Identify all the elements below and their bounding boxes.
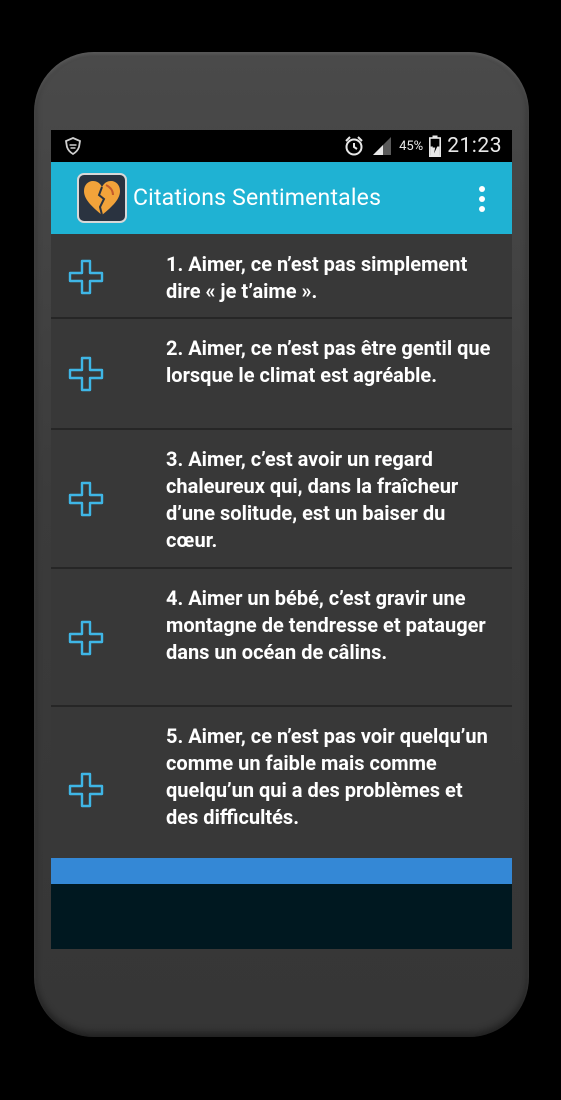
app-bar: Citations Sentimentales xyxy=(51,162,512,234)
list-item[interactable]: 5. Aimer, ce n’est pas voir quelqu’un co… xyxy=(51,707,512,858)
signal-icon xyxy=(373,137,392,155)
quote-text: 5. Aimer, ce n’est pas voir quelqu’un co… xyxy=(166,724,488,829)
plus-icon[interactable] xyxy=(67,619,105,657)
list-item[interactable]: 1. Aimer, ce n’est pas simplement dire «… xyxy=(51,234,512,319)
plus-icon[interactable] xyxy=(67,355,105,393)
app-title: Citations Sentimentales xyxy=(133,184,382,211)
quote-text: 4. Aimer un bébé, c’est gravir une monta… xyxy=(166,586,486,664)
plus-icon[interactable] xyxy=(67,258,105,296)
quote-text: 1. Aimer, ce n’est pas simplement dire «… xyxy=(166,252,468,303)
app-heart-icon[interactable] xyxy=(77,173,127,223)
status-time: 21:23 xyxy=(447,134,502,158)
alarm-clock-icon xyxy=(345,136,363,156)
bottom-area xyxy=(51,884,512,949)
battery-percent: 45% xyxy=(399,138,424,154)
plus-icon[interactable] xyxy=(67,480,105,518)
status-bar: 45% 21:23 xyxy=(51,130,512,162)
list-item[interactable]: 2. Aimer, ce n’est pas être gentil que l… xyxy=(51,319,512,430)
quote-text: 2. Aimer, ce n’est pas être gentil que l… xyxy=(166,336,491,387)
shield-icon xyxy=(64,137,82,156)
quote-text: 3. Aimer, c’est avoir un regard chaleure… xyxy=(166,447,459,552)
plus-icon[interactable] xyxy=(67,771,105,809)
list-item[interactable]: 3. Aimer, c’est avoir un regard chaleure… xyxy=(51,430,512,569)
list-item[interactable]: 4. Aimer un bébé, c’est gravir une monta… xyxy=(51,569,512,707)
battery-charging-icon xyxy=(429,135,442,157)
screen: 45% 21:23 Citations Sentimentales 1. Aim… xyxy=(51,130,512,949)
quote-list: 1. Aimer, ce n’est pas simplement dire «… xyxy=(51,234,512,858)
more-vert-icon[interactable] xyxy=(472,184,492,214)
bottom-accent-bar xyxy=(51,858,512,884)
